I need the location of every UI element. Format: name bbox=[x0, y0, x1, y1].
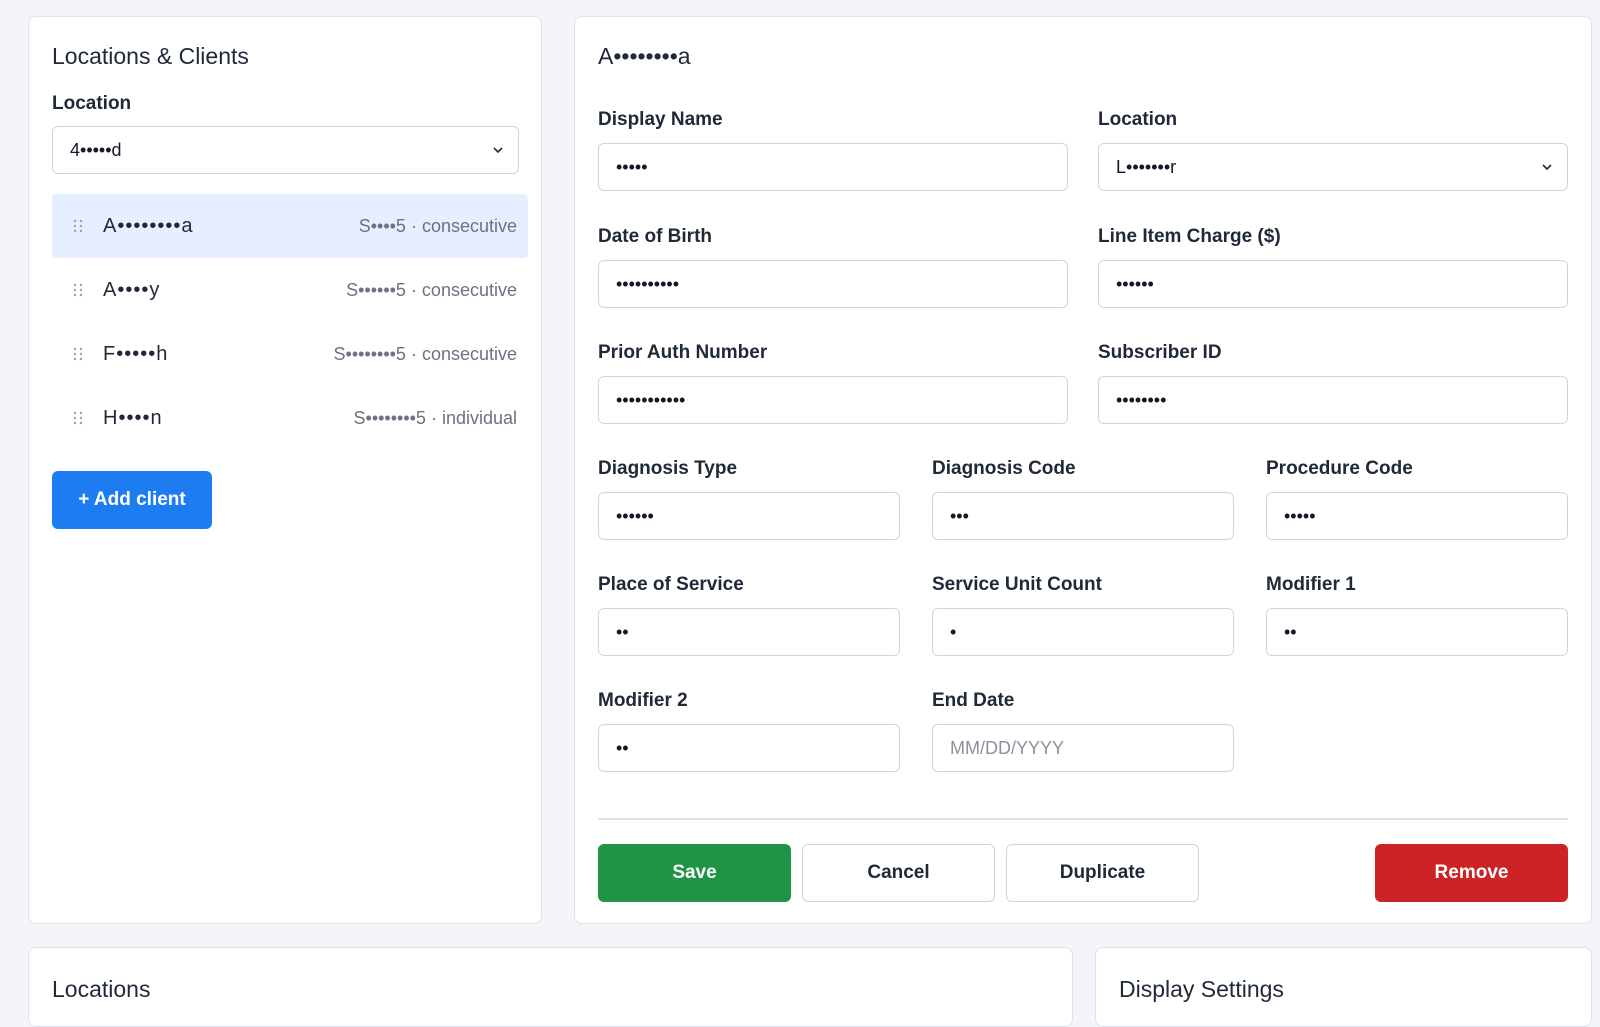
diagnosis-type-input[interactable]: •••••• bbox=[598, 492, 900, 540]
location-label: Location bbox=[1098, 109, 1178, 130]
panel-title: Locations bbox=[52, 976, 151, 1002]
client-list: A••••••••a S••••5 · consecutive A••••y S… bbox=[52, 194, 528, 450]
modifier-1-input[interactable]: •• bbox=[1266, 608, 1568, 656]
line-item-charge-label: Line Item Charge ($) bbox=[1098, 226, 1281, 247]
duplicate-button[interactable]: Duplicate bbox=[1006, 844, 1199, 902]
client-row[interactable]: A••••y S••••••5 · consecutive bbox=[52, 258, 528, 322]
diagnosis-code-input[interactable]: ••• bbox=[932, 492, 1234, 540]
add-client-button[interactable]: + Add client bbox=[52, 471, 212, 529]
client-meta: S••••••5 · consecutive bbox=[346, 279, 517, 300]
locations-clients-panel: Locations & Clients Location 4•••••d A••… bbox=[28, 16, 542, 924]
remove-button[interactable]: Remove bbox=[1375, 844, 1568, 902]
panel-title: Display Settings bbox=[1119, 976, 1284, 1002]
date-of-birth-input[interactable]: •••••••••• bbox=[598, 260, 1068, 308]
client-name: H••••n bbox=[103, 406, 163, 429]
modifier-2-input[interactable]: •• bbox=[598, 724, 900, 772]
divider bbox=[598, 818, 1568, 820]
end-date-input[interactable]: MM/DD/YYYY bbox=[932, 724, 1234, 772]
client-meta: S••••••••5 · consecutive bbox=[333, 343, 517, 364]
client-row[interactable]: F•••••h S••••••••5 · consecutive bbox=[52, 322, 528, 386]
procedure-code-label: Procedure Code bbox=[1266, 458, 1413, 479]
cancel-button[interactable]: Cancel bbox=[802, 844, 995, 902]
place-of-service-input[interactable]: •• bbox=[598, 608, 900, 656]
drag-handle-icon[interactable] bbox=[72, 347, 84, 361]
location-select[interactable]: 4•••••d bbox=[52, 126, 519, 174]
display-name-label: Display Name bbox=[598, 109, 723, 130]
panel-title: Locations & Clients bbox=[52, 43, 249, 69]
display-settings-panel: Display Settings bbox=[1095, 947, 1592, 1027]
service-unit-count-label: Service Unit Count bbox=[932, 574, 1102, 595]
display-name-input[interactable]: ••••• bbox=[598, 143, 1068, 191]
subscriber-id-input[interactable]: •••••••• bbox=[1098, 376, 1568, 424]
drag-handle-icon[interactable] bbox=[72, 283, 84, 297]
place-of-service-label: Place of Service bbox=[598, 574, 744, 595]
client-name: F•••••h bbox=[103, 342, 169, 365]
save-button[interactable]: Save bbox=[598, 844, 791, 902]
prior-auth-number-input[interactable]: ••••••••••• bbox=[598, 376, 1068, 424]
diagnosis-code-label: Diagnosis Code bbox=[932, 458, 1076, 479]
client-editor-panel: A••••••••a Display Name ••••• Location L… bbox=[574, 16, 1592, 924]
procedure-code-input[interactable]: ••••• bbox=[1266, 492, 1568, 540]
end-date-label: End Date bbox=[932, 690, 1015, 711]
modifier-2-label: Modifier 2 bbox=[598, 690, 688, 711]
client-meta: S••••••••5 · individual bbox=[353, 407, 517, 428]
locations-panel: Locations bbox=[28, 947, 1073, 1027]
client-editor-title: A••••••••a bbox=[598, 43, 691, 69]
client-row[interactable]: H••••n S••••••••5 · individual bbox=[52, 386, 528, 450]
location-select[interactable]: L•••••••r bbox=[1098, 143, 1568, 191]
client-row[interactable]: A••••••••a S••••5 · consecutive bbox=[52, 194, 528, 258]
location-select-value: L•••••••r bbox=[1116, 156, 1177, 177]
line-item-charge-input[interactable]: •••••• bbox=[1098, 260, 1568, 308]
location-label: Location bbox=[52, 93, 132, 114]
client-name: A••••y bbox=[103, 278, 161, 301]
subscriber-id-label: Subscriber ID bbox=[1098, 342, 1222, 363]
client-name: A••••••••a bbox=[103, 214, 194, 237]
drag-handle-icon[interactable] bbox=[72, 411, 84, 425]
diagnosis-type-label: Diagnosis Type bbox=[598, 458, 738, 479]
service-unit-count-input[interactable]: • bbox=[932, 608, 1234, 656]
location-select-value: 4•••••d bbox=[70, 139, 122, 160]
chevron-down-icon bbox=[1542, 164, 1552, 171]
chevron-down-icon bbox=[493, 147, 503, 154]
date-of-birth-label: Date of Birth bbox=[598, 226, 712, 247]
client-meta: S••••5 · consecutive bbox=[358, 215, 517, 236]
modifier-1-label: Modifier 1 bbox=[1266, 574, 1356, 595]
prior-auth-number-label: Prior Auth Number bbox=[598, 342, 768, 363]
drag-handle-icon[interactable] bbox=[72, 219, 84, 233]
